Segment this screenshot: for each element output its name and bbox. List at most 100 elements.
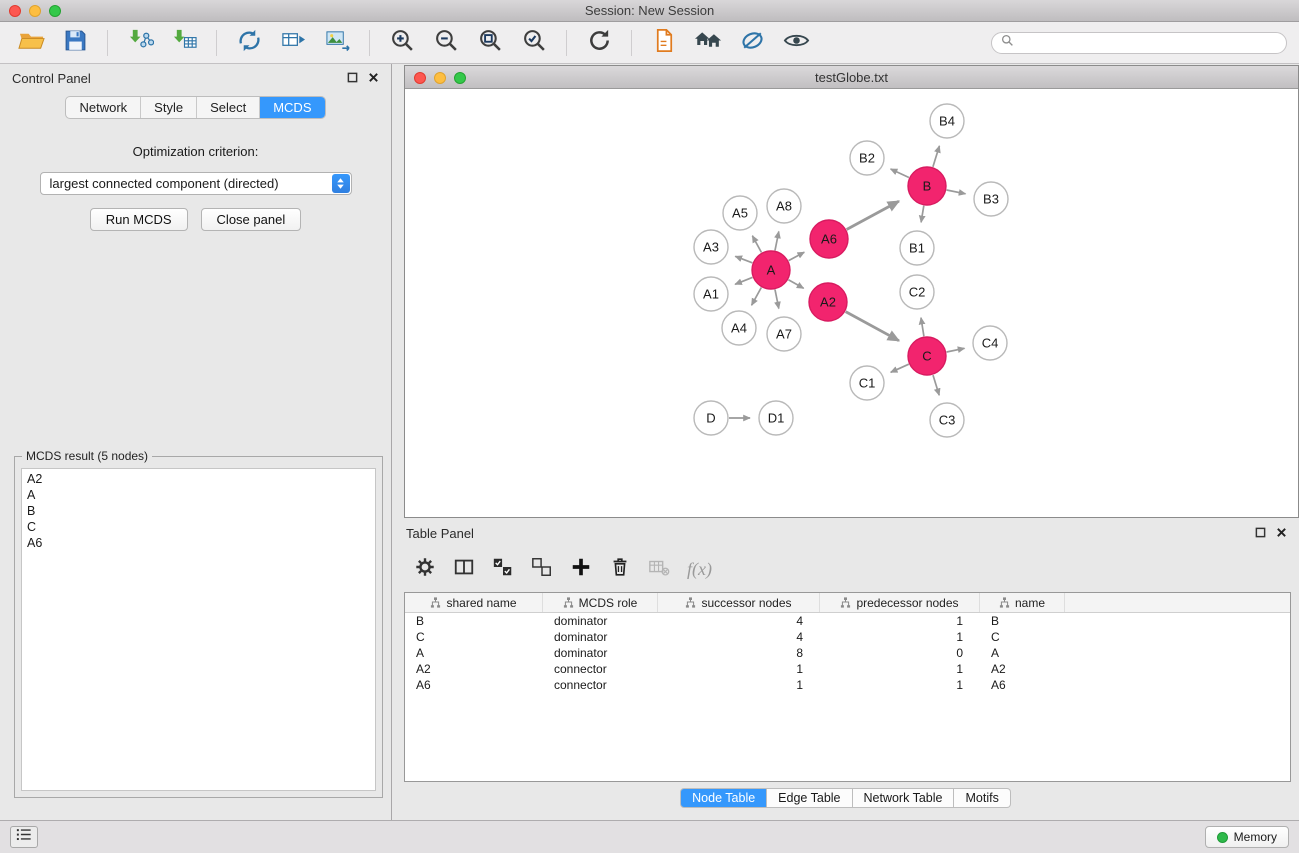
mcds-result-item[interactable]: A2 xyxy=(27,471,370,487)
column-header-mcds-role[interactable]: MCDS role xyxy=(543,593,658,612)
table-cell[interactable]: B xyxy=(405,613,543,629)
table-cell[interactable]: 1 xyxy=(820,629,980,645)
table-row[interactable]: Bdominator41B xyxy=(405,613,1290,629)
show-columns-button[interactable] xyxy=(453,556,475,583)
zoom-window-button[interactable] xyxy=(49,5,61,17)
mcds-result-item[interactable]: B xyxy=(27,503,370,519)
close-panel-icon[interactable] xyxy=(368,71,379,86)
network-canvas[interactable]: B4B2BB3A5A8A6A3B1AC2A1A2A4A7C4CC1C3DD1 xyxy=(405,89,1298,517)
table-row[interactable]: A6connector11A6 xyxy=(405,677,1290,693)
graph-edge-A-A4[interactable] xyxy=(752,288,762,306)
tab-mcds[interactable]: MCDS xyxy=(260,97,324,118)
memory-button[interactable]: Memory xyxy=(1205,826,1289,848)
graph-edge-A-A5[interactable] xyxy=(752,236,761,253)
float-panel-icon[interactable] xyxy=(347,71,358,86)
graph-edge-B-B1[interactable] xyxy=(921,206,924,223)
column-header-name[interactable]: name xyxy=(980,593,1065,612)
table-cell[interactable]: C xyxy=(980,629,1065,645)
save-session-button[interactable] xyxy=(56,26,94,60)
graph-edge-C-C4[interactable] xyxy=(947,348,965,352)
graph-edge-B-B3[interactable] xyxy=(947,190,966,194)
zoom-fit-button[interactable] xyxy=(471,26,509,60)
network-zoom-button[interactable] xyxy=(454,72,466,84)
open-file-button[interactable] xyxy=(12,26,50,60)
table-settings-button[interactable] xyxy=(414,556,436,583)
delete-column-button[interactable] xyxy=(609,556,631,583)
graph-edge-A-A8[interactable] xyxy=(775,232,779,251)
table-cell[interactable]: dominator xyxy=(543,629,658,645)
table-cell[interactable]: 0 xyxy=(820,645,980,661)
style-button[interactable] xyxy=(733,26,771,60)
table-cell[interactable]: dominator xyxy=(543,613,658,629)
export-image-button[interactable] xyxy=(318,26,356,60)
table-cell[interactable]: A2 xyxy=(980,661,1065,677)
graph-edge-A-A3[interactable] xyxy=(735,256,752,263)
zoom-selected-button[interactable] xyxy=(515,26,553,60)
table-cell[interactable]: 4 xyxy=(658,613,820,629)
refresh-button[interactable] xyxy=(580,26,618,60)
zoom-in-button[interactable] xyxy=(383,26,421,60)
table-cell[interactable]: 4 xyxy=(658,629,820,645)
new-network-button[interactable] xyxy=(230,26,268,60)
table-cell[interactable]: A xyxy=(980,645,1065,661)
table-cell[interactable]: A6 xyxy=(405,677,543,693)
search-input[interactable] xyxy=(1019,35,1277,50)
table-cell[interactable]: dominator xyxy=(543,645,658,661)
mcds-result-list[interactable]: A2ABCA6 xyxy=(21,468,376,791)
table-cell[interactable]: C xyxy=(405,629,543,645)
table-row[interactable]: Adominator80A xyxy=(405,645,1290,661)
table-row[interactable]: A2connector11A2 xyxy=(405,661,1290,677)
table-cell[interactable]: 1 xyxy=(820,661,980,677)
network-graph[interactable]: B4B2BB3A5A8A6A3B1AC2A1A2A4A7C4CC1C3DD1 xyxy=(405,89,1298,517)
close-table-panel-icon[interactable] xyxy=(1276,526,1287,541)
graph-edge-A6-B[interactable] xyxy=(847,201,899,229)
graph-edge-B-B2[interactable] xyxy=(891,169,909,178)
add-column-button[interactable] xyxy=(570,556,592,583)
table-cell[interactable]: A6 xyxy=(980,677,1065,693)
select-all-button[interactable] xyxy=(492,556,514,583)
graph-edge-A-A1[interactable] xyxy=(735,277,752,284)
tab-motifs[interactable]: Motifs xyxy=(954,788,1010,808)
session-document-button[interactable] xyxy=(645,26,683,60)
column-header-successor-nodes[interactable]: successor nodes xyxy=(658,593,820,612)
deselect-all-button[interactable] xyxy=(531,556,553,583)
tab-network-table[interactable]: Network Table xyxy=(853,788,955,808)
graph-edge-C-C3[interactable] xyxy=(933,375,939,395)
network-close-button[interactable] xyxy=(414,72,426,84)
tab-style[interactable]: Style xyxy=(141,97,197,118)
table-cell[interactable]: connector xyxy=(543,677,658,693)
network-overview-button[interactable] xyxy=(689,26,727,60)
tab-network[interactable]: Network xyxy=(66,97,141,118)
mcds-result-item[interactable]: A xyxy=(27,487,370,503)
table-cell[interactable]: B xyxy=(980,613,1065,629)
import-network-button[interactable] xyxy=(121,26,159,60)
graph-edge-B-B4[interactable] xyxy=(933,146,940,167)
search-box[interactable] xyxy=(991,32,1287,54)
show-hide-button[interactable] xyxy=(777,26,815,60)
table-cell[interactable]: connector xyxy=(543,661,658,677)
graph-edge-A-A2[interactable] xyxy=(788,280,803,289)
table-cell[interactable]: 1 xyxy=(658,677,820,693)
tab-edge-table[interactable]: Edge Table xyxy=(767,788,852,808)
close-window-button[interactable] xyxy=(9,5,21,17)
function-builder-button[interactable]: f(x) xyxy=(687,559,712,580)
graph-edge-A-A7[interactable] xyxy=(775,290,779,309)
table-cell[interactable]: 1 xyxy=(658,661,820,677)
criterion-dropdown[interactable]: largest connected component (directed) xyxy=(40,172,352,195)
table-cell[interactable]: 8 xyxy=(658,645,820,661)
task-history-button[interactable] xyxy=(10,826,38,848)
delete-table-button[interactable] xyxy=(648,556,670,583)
table-cell[interactable]: A xyxy=(405,645,543,661)
graph-edge-A2-C[interactable] xyxy=(846,312,899,341)
table-cell[interactable]: A2 xyxy=(405,661,543,677)
mcds-result-item[interactable]: A6 xyxy=(27,535,370,551)
tab-select[interactable]: Select xyxy=(197,97,260,118)
table-cell[interactable]: 1 xyxy=(820,613,980,629)
graph-edge-C-C1[interactable] xyxy=(891,364,909,372)
network-minimize-button[interactable] xyxy=(434,72,446,84)
column-header-shared-name[interactable]: shared name xyxy=(405,593,543,612)
graph-edge-C-C2[interactable] xyxy=(921,318,924,337)
mcds-result-item[interactable]: C xyxy=(27,519,370,535)
import-table-button[interactable] xyxy=(165,26,203,60)
close-panel-button[interactable]: Close panel xyxy=(201,208,302,231)
